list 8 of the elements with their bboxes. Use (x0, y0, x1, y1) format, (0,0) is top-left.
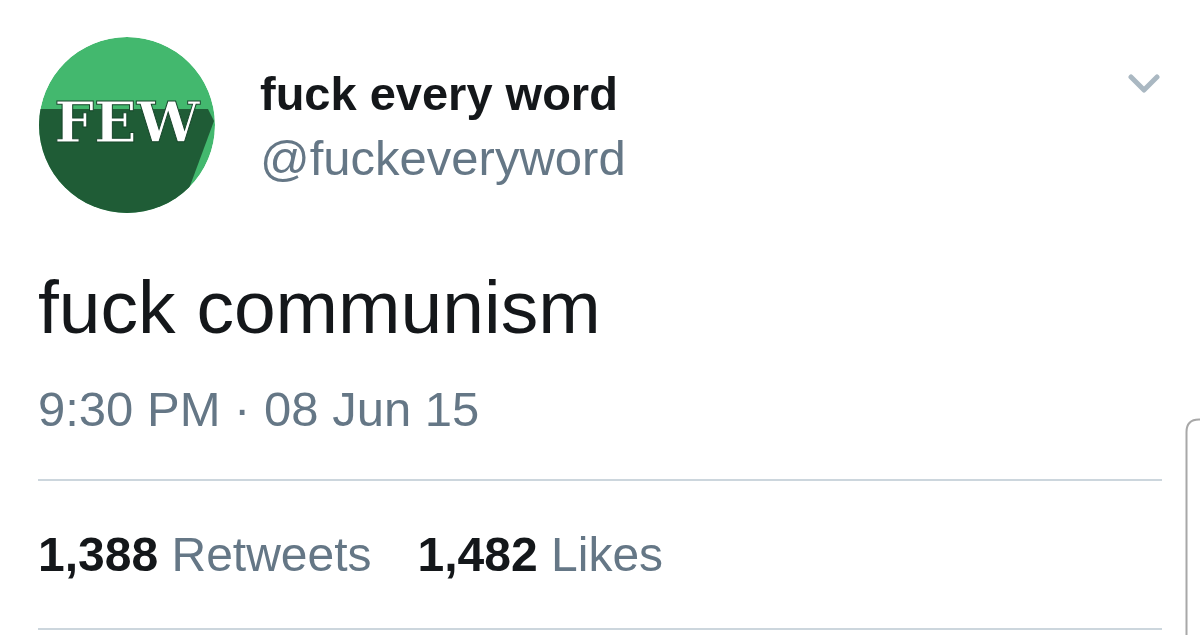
display-name[interactable]: fuck every word (260, 68, 618, 120)
tweet-text: fuck communism (38, 265, 602, 349)
chevron-down-icon[interactable] (1128, 74, 1160, 94)
tweet-timestamp: 9:30 PM · 08 Jun 15 (38, 382, 481, 436)
avatar-logo[interactable]: FEW (38, 37, 216, 213)
stat-link[interactable]: 1,388 Retweets (38, 528, 372, 582)
user-handle[interactable]: @fuckeveryword (260, 132, 626, 184)
stat-link[interactable]: 1,482 Likes (417, 528, 664, 582)
